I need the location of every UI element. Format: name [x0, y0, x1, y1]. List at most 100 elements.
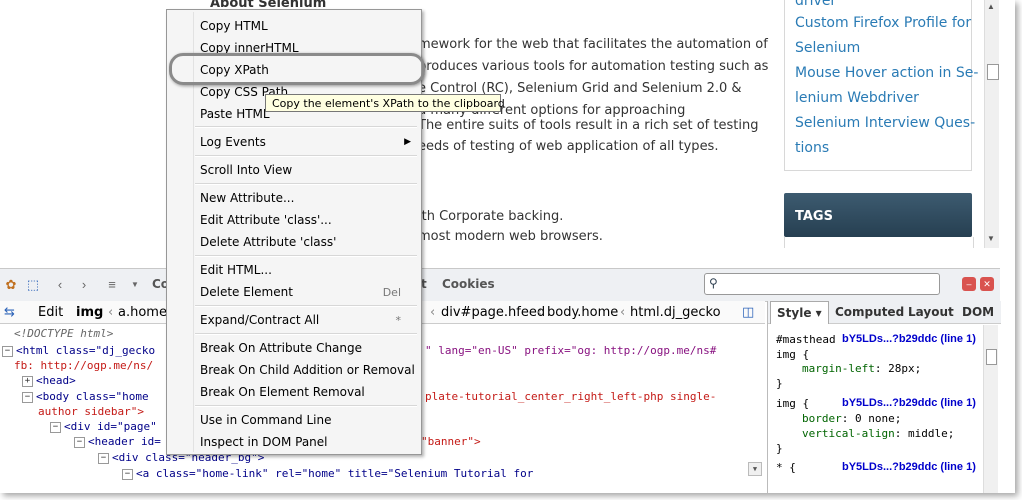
close-icon[interactable]: ✕ — [980, 277, 994, 291]
menu-item-new-attribute[interactable]: New Attribute... — [200, 191, 294, 205]
web-page: About Selenium mework for the web that f… — [0, 0, 1000, 248]
search-icon: ⚲ — [709, 276, 718, 290]
article-line: The entire suits of tools result in a ri… — [418, 118, 759, 133]
article-line: produces various tools for automation te… — [418, 59, 769, 74]
article-line: ith Corporate backing. — [418, 209, 564, 224]
tree-node-body-attrs: author sidebar"> — [38, 405, 144, 418]
menu-item-delete-element[interactable]: Delete Element — [200, 285, 293, 299]
menu-item-paste-html[interactable]: Paste HTML — [200, 107, 270, 121]
menu-item-copy-html[interactable]: Copy HTML — [200, 19, 268, 33]
collapse-icon[interactable]: − — [122, 468, 133, 480]
sidebar-link[interactable]: tions — [795, 140, 829, 156]
inspect-icon[interactable]: ⬚ — [25, 277, 41, 293]
sidebar-link[interactable]: lenium Webdriver — [795, 90, 919, 106]
screenshot-frame: About Selenium mework for the web that f… — [0, 0, 1015, 493]
sidebar-link[interactable]: Custom Firefox Profile for — [795, 15, 971, 31]
side-panel-toggle-icon[interactable]: ◫ — [742, 305, 754, 320]
breadcrumb-item[interactable]: html.dj_gecko — [630, 305, 721, 320]
tree-node-header[interactable]: − <header id= — [74, 435, 161, 448]
tree-node-body-attrs: plate-tutorial_center_right_left-php sin… — [425, 390, 717, 403]
css-selector: #masthead — [776, 333, 836, 346]
tree-node-html[interactable]: − <html class="dj_gecko — [2, 344, 155, 357]
breadcrumb-item[interactable]: img — [76, 305, 103, 320]
css-source-link[interactable]: bY5LDs...?b29ddc (line 1) — [842, 333, 976, 345]
minimize-icon[interactable]: – — [962, 277, 976, 291]
scroll-thumb[interactable] — [986, 349, 997, 365]
article-line: most modern web browsers. — [418, 229, 603, 244]
tab-computed[interactable]: Computed — [835, 305, 904, 319]
menu-separator — [195, 155, 417, 157]
breadcrumb-item[interactable]: a.home- — [118, 305, 172, 320]
css-selector: img { — [776, 348, 810, 361]
collapse-icon[interactable]: − — [98, 452, 109, 464]
page-scrollbar[interactable]: ▲ ▼ — [984, 0, 999, 248]
article-line: eeds of testing of web application of al… — [418, 139, 719, 154]
css-brace: } — [776, 377, 783, 390]
tab-dom[interactable]: DOM — [962, 305, 994, 319]
breadcrumb-sep: ‹ — [620, 305, 626, 320]
side-panel-scrollbar[interactable] — [983, 325, 998, 493]
menu-item-break-on-attribute-change[interactable]: Break On Attribute Change — [200, 341, 362, 355]
scroll-thumb[interactable] — [987, 64, 999, 80]
breadcrumb-item[interactable]: div#page.hfeed — [441, 305, 545, 320]
firebug-icon[interactable]: ✿ — [3, 277, 19, 293]
search-input[interactable]: ⚲ — [704, 273, 940, 295]
sidebar-link[interactable]: Mouse Hover action in Se- — [795, 65, 978, 81]
back-icon[interactable]: ‹ — [52, 277, 68, 293]
menu-item-log-events[interactable]: Log Events — [200, 135, 266, 149]
menu-separator — [195, 333, 417, 335]
scroll-up-icon[interactable]: ▲ — [987, 2, 995, 11]
forward-icon[interactable]: › — [76, 277, 92, 293]
css-source-link[interactable]: bY5LDs...?b29ddc (line 1) — [842, 397, 976, 409]
menu-item-edit-html[interactable]: Edit HTML... — [200, 263, 272, 277]
collapse-icon[interactable]: − — [22, 391, 33, 403]
sidebar-link[interactable]: driver — [795, 0, 836, 9]
tree-scroll-down-icon[interactable]: ▼ — [748, 462, 762, 476]
collapse-icon[interactable]: − — [2, 345, 13, 357]
related-links-box: driver Custom Firefox Profile for Seleni… — [784, 0, 978, 171]
sidebar-link[interactable]: Selenium Interview Ques- — [795, 115, 975, 131]
copy-xpath-highlight — [169, 53, 425, 85]
panel-toggle-icon[interactable]: ⇆ — [4, 305, 15, 320]
menu-item-edit-attribute[interactable]: Edit Attribute 'class'... — [200, 213, 332, 227]
breadcrumb-sep: ‹ — [537, 305, 543, 320]
menu-separator — [195, 183, 417, 185]
menu-item-delete-attribute[interactable]: Delete Attribute 'class' — [200, 235, 336, 249]
submenu-arrow-icon: ▶ — [404, 137, 411, 147]
menu-item-scroll-into-view[interactable]: Scroll Into View — [200, 163, 292, 177]
list-icon[interactable]: ≡ — [104, 277, 120, 293]
tree-node-head[interactable]: + <head> — [22, 374, 76, 387]
tree-node-body[interactable]: − <body class="home — [22, 390, 149, 403]
tree-node-header-attrs: "banner"> — [421, 435, 481, 448]
expand-icon[interactable]: + — [22, 375, 33, 387]
breadcrumb-item[interactable]: body.home — [547, 305, 618, 320]
scroll-down-icon[interactable]: ▼ — [987, 234, 995, 243]
breadcrumb-sep: ‹ — [108, 305, 114, 320]
css-source-link[interactable]: bY5LDs...?b29ddc (line 1) — [842, 461, 976, 473]
chevron-down-icon[interactable]: ▼ — [127, 277, 143, 293]
tab-layout[interactable]: Layout — [908, 305, 954, 319]
css-property[interactable]: vertical-align: middle; — [802, 427, 954, 440]
menu-item-use-in-command-line[interactable]: Use in Command Line — [200, 413, 331, 427]
tooltip: Copy the element's XPath to the clipboar… — [265, 94, 505, 112]
sidebar-link[interactable]: Selenium — [795, 40, 860, 56]
tags-title: TAGS — [795, 209, 833, 224]
breadcrumb-sep: ‹ — [430, 305, 436, 320]
edit-button[interactable]: Edit — [38, 305, 63, 320]
tree-node-a-home[interactable]: − <a class="home-link" rel="home" title="… — [122, 467, 533, 480]
menu-item-expand-contract-all[interactable]: Expand/Contract All — [200, 313, 319, 327]
menu-separator — [195, 405, 417, 407]
menu-item-inspect-in-dom-panel[interactable]: Inspect in DOM Panel — [200, 435, 328, 449]
css-property[interactable]: margin-left: 28px; — [802, 362, 921, 375]
tree-doctype: <!DOCTYPE html> — [14, 327, 114, 340]
tab-style[interactable]: Style ▾ — [770, 301, 829, 324]
menu-item-break-on-child-change[interactable]: Break On Child Addition or Removal — [200, 363, 415, 377]
tree-node-html-attrs: fb: http://ogp.me/ns/ — [14, 359, 154, 372]
collapse-icon[interactable]: − — [50, 421, 61, 433]
menu-item-break-on-element-removal[interactable]: Break On Element Removal — [200, 385, 365, 399]
tree-node-div-page[interactable]: − <div id="page" — [50, 420, 157, 433]
tab-cookies[interactable]: Cookies — [442, 277, 495, 291]
menu-separator — [195, 126, 417, 128]
css-property[interactable]: border: 0 none; — [802, 412, 901, 425]
collapse-icon[interactable]: − — [74, 436, 85, 448]
